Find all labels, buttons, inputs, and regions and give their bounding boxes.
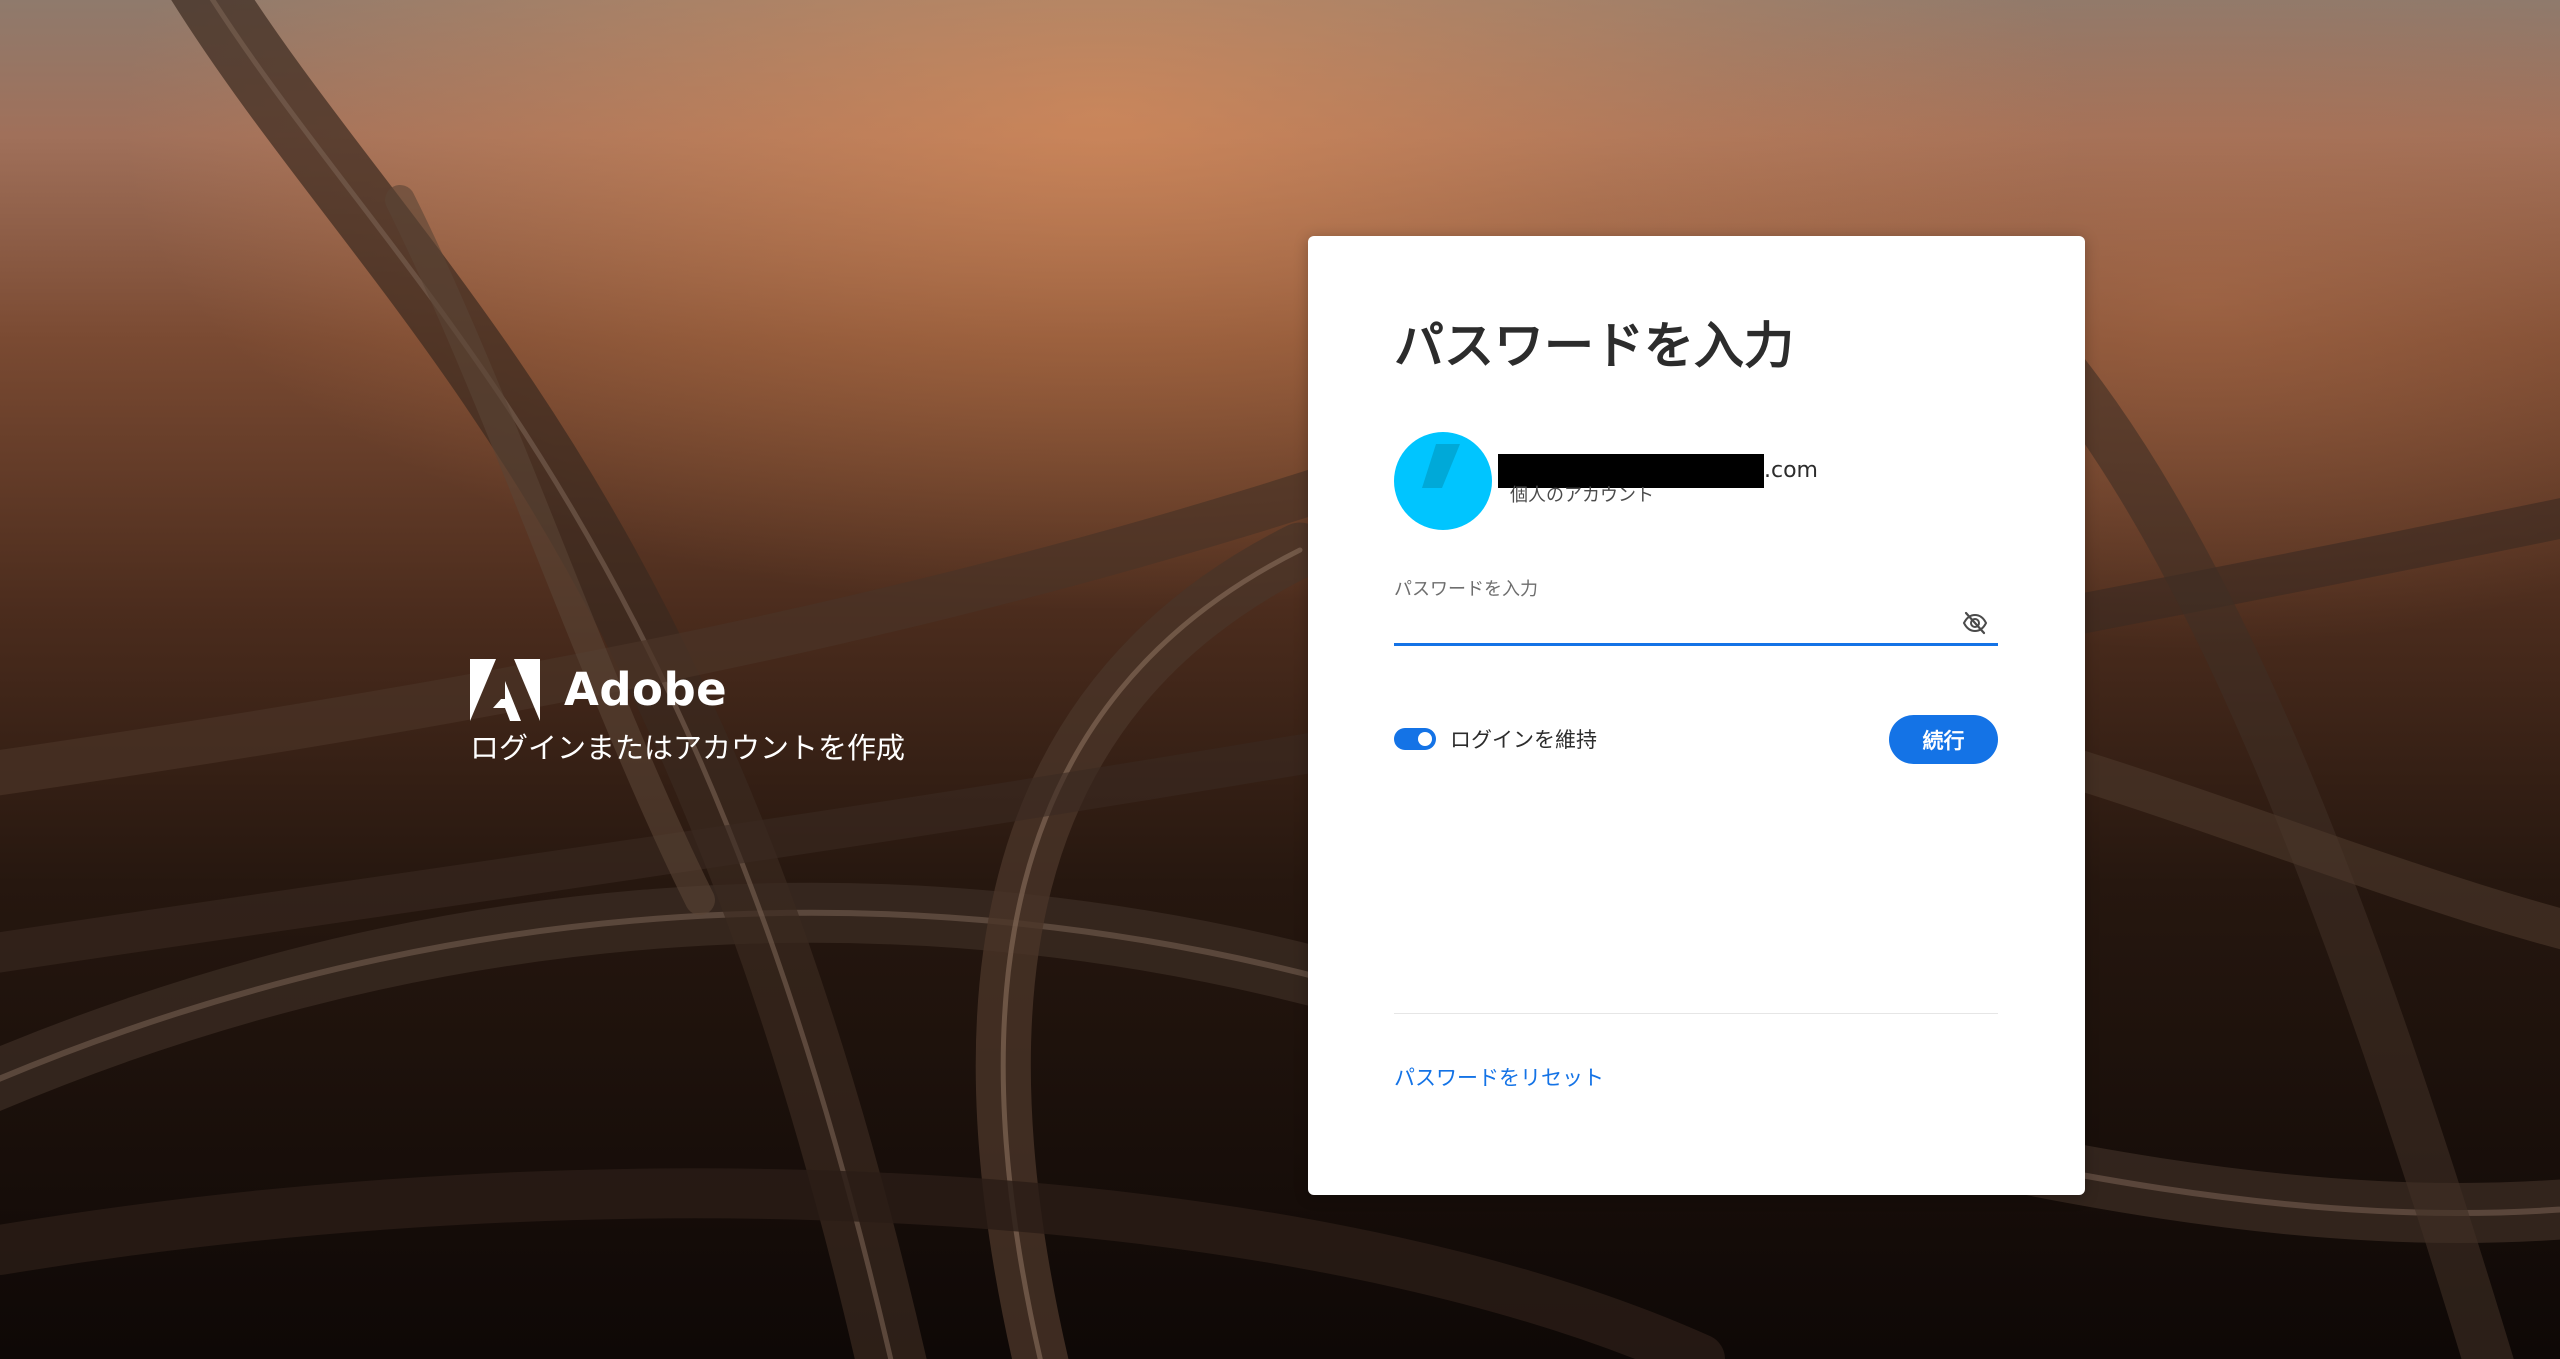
show-password-toggle[interactable] (1958, 608, 1992, 638)
password-input[interactable] (1394, 602, 1998, 646)
brand-block: Adobe ログインまたはアカウントを作成 (470, 658, 905, 768)
divider (1394, 1013, 1998, 1014)
toggle-knob (1418, 732, 1432, 746)
avatar-logo-icon (1422, 444, 1460, 488)
remember-login-label: ログインを維持 (1450, 728, 1597, 752)
eye-off-icon (1962, 611, 1988, 635)
brand-tagline: ログインまたはアカウントを作成 (470, 731, 906, 765)
background-image (0, 0, 2560, 1359)
login-card: パスワードを入力 .com 個人のアカウント パスワードを入力 ログインを維持 … (1308, 236, 2085, 1195)
continue-button[interactable]: 続行 (1889, 715, 1998, 764)
email-suffix: .com (1764, 458, 1818, 483)
brand-name: Adobe (564, 663, 728, 716)
avatar (1394, 432, 1492, 530)
remember-login-toggle[interactable] (1394, 728, 1436, 750)
account-type: 個人のアカウント (1510, 485, 1654, 506)
adobe-logo-icon (470, 659, 540, 721)
page-title: パスワードを入力 (1394, 317, 1794, 375)
reset-password-link[interactable]: パスワードをリセット (1394, 1064, 1604, 1092)
redaction-bar (1498, 454, 1764, 488)
account-email: .com (1498, 454, 1818, 488)
password-label: パスワードを入力 (1394, 579, 1538, 600)
brand-row: Adobe (470, 658, 905, 722)
